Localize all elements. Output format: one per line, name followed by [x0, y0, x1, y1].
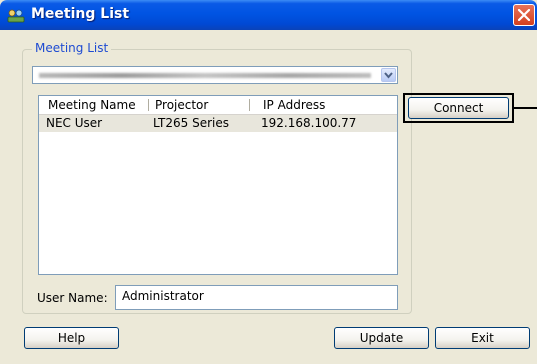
meeting-list-app-icon — [7, 7, 25, 23]
cell-meeting-name: NEC User — [46, 116, 103, 130]
column-header-ip-address[interactable]: IP Address — [263, 98, 325, 114]
user-name-label: User Name: — [37, 291, 108, 305]
blurred-adapter-text — [39, 73, 371, 78]
group-legend: Meeting List — [32, 41, 112, 55]
chevron-down-icon — [384, 72, 393, 79]
column-header-meeting-name[interactable]: Meeting Name — [48, 98, 136, 114]
callout-line — [514, 107, 537, 109]
window-title: Meeting List — [31, 6, 130, 22]
exit-button[interactable]: Exit — [435, 327, 530, 349]
connect-button[interactable]: Connect — [408, 97, 509, 119]
cell-ip-address: 192.168.100.77 — [261, 116, 357, 130]
close-button[interactable] — [513, 4, 535, 26]
column-divider[interactable] — [148, 99, 149, 111]
column-divider[interactable] — [249, 99, 250, 111]
table-row[interactable]: NEC User LT265 Series 192.168.100.77 — [39, 115, 397, 132]
help-button[interactable]: Help — [24, 327, 119, 349]
cell-projector: LT265 Series — [153, 116, 229, 130]
update-button[interactable]: Update — [334, 327, 429, 349]
title-bar[interactable]: Meeting List — [0, 0, 537, 30]
meeting-list-view[interactable]: Meeting Name Projector IP Address NEC Us… — [38, 95, 398, 275]
column-header-projector[interactable]: Projector — [155, 98, 208, 114]
close-icon — [518, 9, 530, 21]
network-adapter-select[interactable] — [32, 66, 398, 84]
meeting-list-window: Meeting List Meeting List Meeting Name P… — [0, 0, 537, 364]
user-name-field[interactable]: Administrator — [115, 285, 398, 310]
list-header: Meeting Name Projector IP Address — [39, 96, 397, 115]
dropdown-button[interactable] — [381, 68, 396, 82]
